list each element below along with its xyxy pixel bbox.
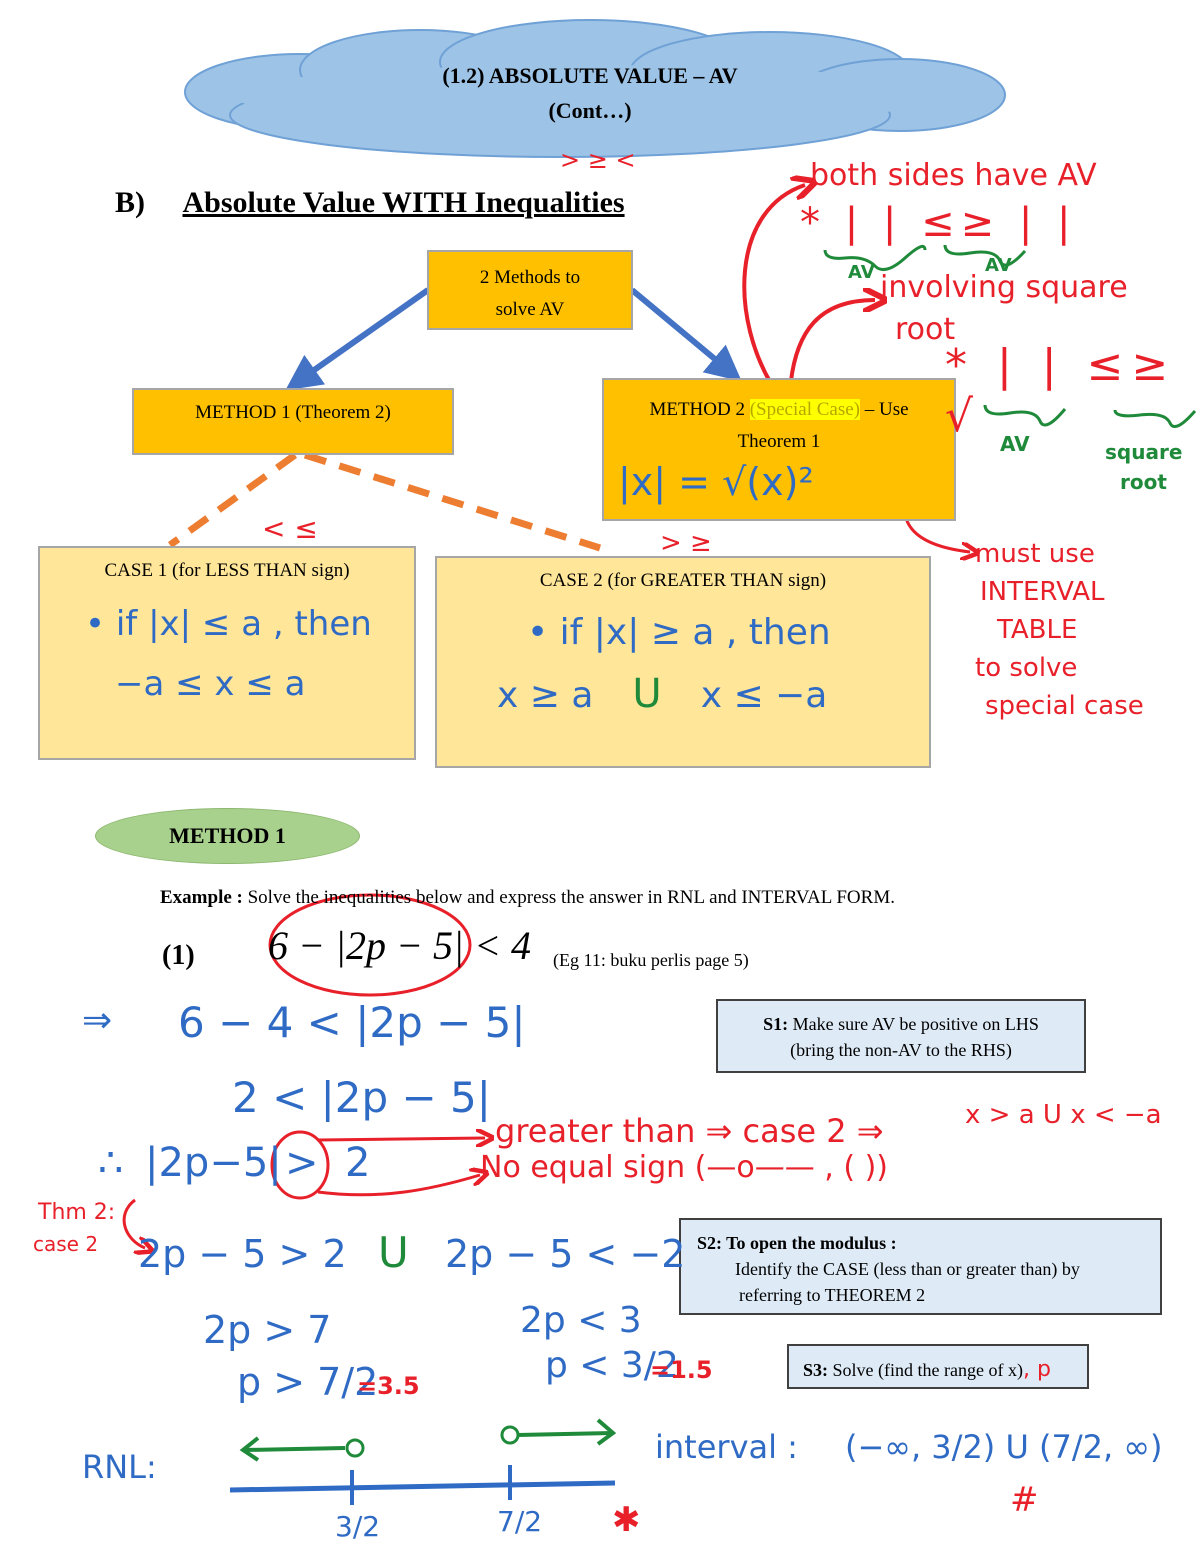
interval-value: (−∞, 3/2) U (7/2, ∞) <box>845 1428 1163 1466</box>
method2-line-1: METHOD 2 (Special Case) – Use <box>649 399 909 420</box>
case2-signs: > ≥ <box>660 528 712 558</box>
therefore-symbol: ∴ <box>98 1140 124 1186</box>
note-involving: involving square <box>880 270 1128 305</box>
step3-box: S3: Solve (find the range of x), p <box>787 1344 1089 1389</box>
open-circle-7-2 <box>500 1425 520 1445</box>
annotation-signs: > ≥ < <box>560 146 636 174</box>
working-line-2: 2 < |2p − 5| <box>232 1073 491 1122</box>
red-arrow-no-equal <box>317 1175 480 1197</box>
example-instruction: Example : Solve the inequalities below a… <box>160 887 895 909</box>
brace-label-av: AV <box>1000 432 1030 456</box>
tick-label-7-2: 7/2 <box>497 1505 543 1538</box>
case2-result: x ≥ a U x ≤ −a <box>497 671 929 717</box>
tick-label-3-2: 3/2 <box>335 1510 381 1543</box>
step1-label: S1: <box>763 1014 789 1034</box>
left-decimal: =3.5 <box>357 1372 420 1400</box>
note-greater-than: greater than ⇒ case 2 ⇒ <box>495 1112 884 1150</box>
brace-av-1 <box>823 244 927 272</box>
ray-left-head <box>239 1436 260 1462</box>
implies-arrow: ⇒ <box>82 1000 113 1041</box>
right-step-1: 2p < 3 <box>520 1300 642 1341</box>
step1-line-2: (bring the non-AV to the RHS) <box>790 1040 1012 1060</box>
note-both-sides: both sides have AV <box>810 158 1097 193</box>
working-line-3-value: 2 <box>345 1140 371 1186</box>
interval-star: # <box>1010 1480 1039 1520</box>
root-line-1: 2 Methods to <box>479 267 581 288</box>
arrow-to-method1 <box>285 287 430 391</box>
step2-line-2: referring to THEOREM 2 <box>739 1285 926 1305</box>
case1-title: CASE 1 (for LESS THAN sign) <box>104 560 350 581</box>
brace-label-root: root <box>1120 470 1167 494</box>
method1-label: METHOD 1 (Theorem 2) <box>195 402 391 423</box>
dash-to-case2 <box>303 451 602 552</box>
step1-box: S1: Make sure AV be positive on LHS (bri… <box>716 999 1086 1073</box>
rnl-label: RNL: <box>82 1448 157 1486</box>
ray-left <box>244 1446 346 1452</box>
root-box: 2 Methods to solve AV <box>427 250 633 330</box>
example-label: Example : <box>160 887 243 908</box>
page-title: (1.2) ABSOLUTE VALUE – AV (Cont…) <box>330 58 850 128</box>
arrow-to-method2 <box>630 287 742 382</box>
example-text: Solve the inequalities below and express… <box>242 887 895 908</box>
case2-title: CASE 2 (for GREATER THAN sign) <box>539 570 827 591</box>
step2-label: S2: To open the modulus : <box>697 1233 897 1253</box>
problem-reference: (Eg 11: buku perlis page 5) <box>553 950 749 970</box>
root-line-2: solve AV <box>495 299 565 320</box>
step3-text: Solve (find the range of x) <box>828 1360 1023 1380</box>
brace-label-av-left: AV <box>848 262 875 283</box>
right-decimal: =1.5 <box>650 1356 713 1384</box>
rnl-star: ✱ <box>612 1500 641 1540</box>
step1-line-1: Make sure AV be positive on LHS <box>788 1014 1039 1034</box>
problem-number: (1) <box>162 940 195 971</box>
red-arrow-involving <box>788 300 875 391</box>
step2-box: S2: To open the modulus : Identify the C… <box>679 1218 1162 1315</box>
problem-expression: 6 − |2p − 5| < 4 <box>268 923 531 968</box>
step2-line-1: Identify the CASE (less than or greater … <box>735 1259 1080 1279</box>
note-sqrt-expr: * | | ≤≥ √ <box>945 340 1177 442</box>
working-line-1: 6 − 4 < |2p − 5| <box>178 998 526 1047</box>
title-line-1: (1.2) ABSOLUTE VALUE – AV <box>442 63 738 88</box>
case2-condition: • if |x| ≥ a , then <box>527 612 831 653</box>
number-line <box>229 1480 616 1493</box>
section-label: B) <box>115 186 145 219</box>
left-step-1: 2p > 7 <box>203 1308 332 1352</box>
working-line-3-sign: > <box>285 1140 319 1186</box>
step3-annotation: , p <box>1022 1357 1051 1382</box>
note-both-sides-expr: * | | ≤≥ | | <box>800 200 1077 246</box>
case2-result-left: x ≥ a <box>497 675 594 716</box>
case1-signs: < ≤ <box>262 512 318 545</box>
open-circle-3-2 <box>345 1438 365 1458</box>
ray-right <box>517 1431 613 1437</box>
section-title: Absolute Value WITH Inequalities <box>182 186 625 219</box>
step3-label: S3: <box>803 1360 829 1380</box>
split-union: U <box>378 1228 409 1277</box>
method1-badge: METHOD 1 <box>95 808 360 864</box>
section-heading: B) Absolute Value WITH Inequalities <box>115 186 625 220</box>
method2-box: METHOD 2 (Special Case) – Use Theorem 1 … <box>602 378 956 521</box>
note-case2: case 2 <box>33 1232 99 1256</box>
title-line-2: (Cont…) <box>548 98 632 123</box>
theorem1-formula: |x| = √(x)² <box>618 460 814 504</box>
note-must-use: must use INTERVAL TABLE to solve special… <box>975 539 1144 721</box>
note-no-equal-sign: No equal sign (—o—— , ( )) <box>480 1150 888 1185</box>
brace-label-square: square <box>1105 440 1183 464</box>
split-right: 2p − 5 < −2 <box>445 1232 686 1276</box>
ray-right-head <box>596 1418 617 1446</box>
note-thm2: Thm 2: <box>38 1200 116 1225</box>
red-arrow-both-sides <box>742 185 805 392</box>
case2-box: CASE 2 (for GREATER THAN sign) • if |x| … <box>435 556 931 768</box>
split-left: 2p − 5 > 2 <box>138 1232 347 1276</box>
working-line-3: |2p−5| <box>145 1140 282 1186</box>
case1-condition: • if |x| ≤ a , then <box>85 604 372 644</box>
special-case-highlight: (Special Case) <box>749 399 860 420</box>
case1-box: CASE 1 (for LESS THAN sign) • if |x| ≤ a… <box>38 546 416 760</box>
method2-line-2: Theorem 1 <box>737 431 821 452</box>
union-symbol: U <box>632 671 662 717</box>
case2-result-right: x ≤ −a <box>700 675 828 716</box>
note-case-result: x > a U x < −a <box>965 1100 1162 1130</box>
red-arrow-greater <box>317 1138 485 1140</box>
case1-result: −a ≤ x ≤ a <box>115 664 306 704</box>
interval-label: interval : <box>655 1428 798 1466</box>
method1-box: METHOD 1 (Theorem 2) <box>132 388 454 455</box>
